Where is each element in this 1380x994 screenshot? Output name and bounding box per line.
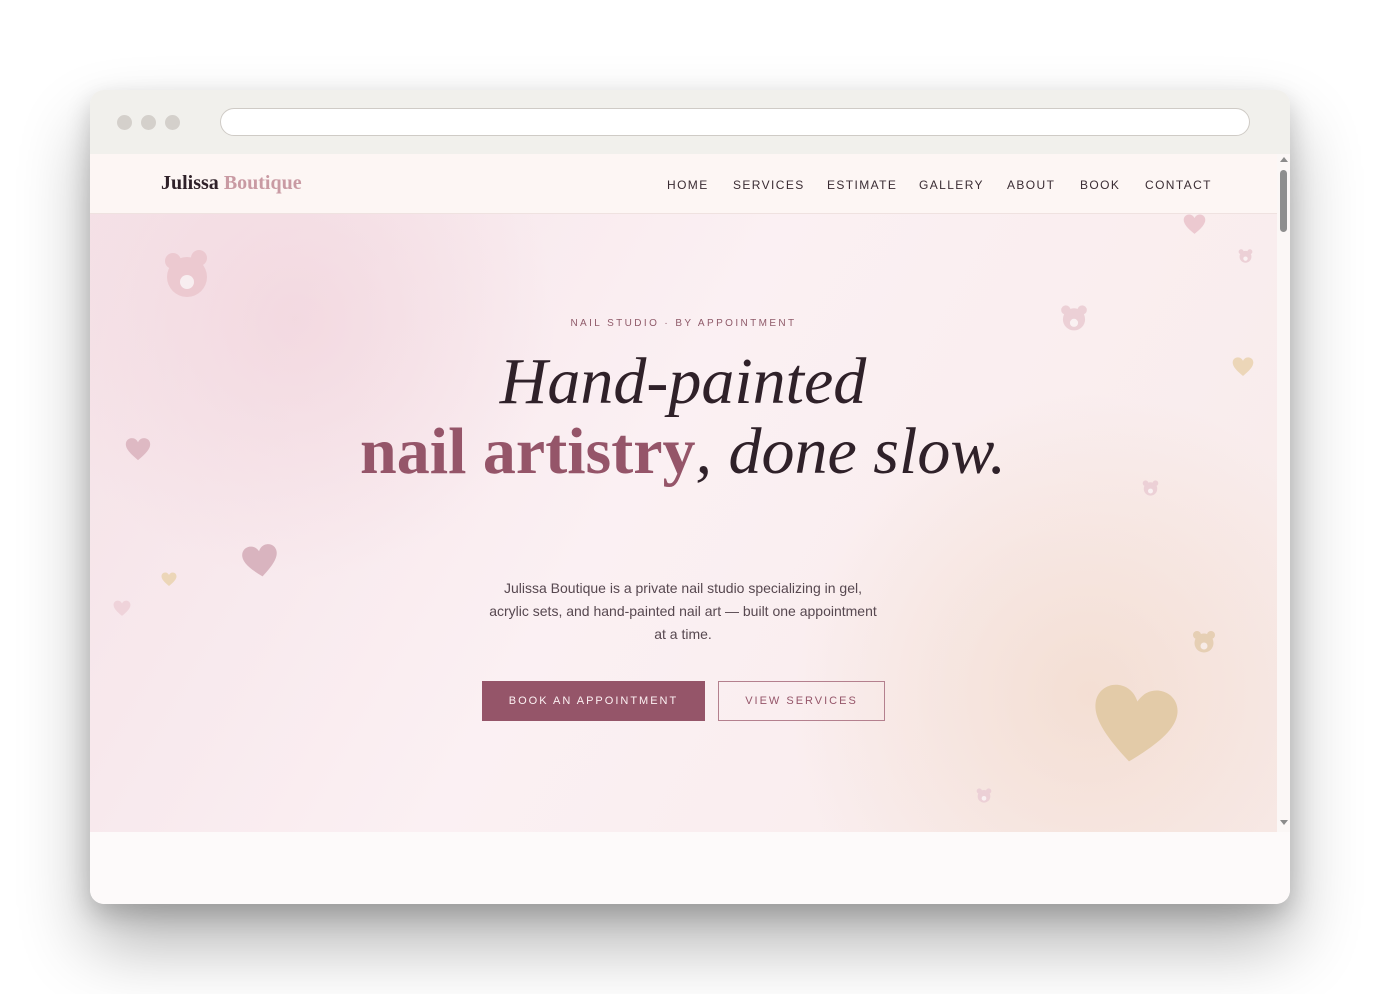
headline-rest: , done slow.: [695, 415, 1006, 488]
nav-link-contact[interactable]: CONTACT: [1145, 178, 1212, 192]
hero-headline: Hand-painted nail artistry, done slow.: [333, 347, 1033, 487]
site-header: Julissa Boutique HOME SERVICES ESTIMATE …: [90, 154, 1277, 214]
address-bar[interactable]: [220, 108, 1250, 136]
scroll-up-arrow-icon[interactable]: [1280, 157, 1288, 162]
scroll-thumb[interactable]: [1280, 170, 1287, 232]
bear-icon: [976, 788, 992, 803]
brand-name-accent: Boutique: [223, 172, 302, 194]
brand-name-primary: Julissa: [161, 172, 219, 194]
page-scrollbar[interactable]: [1277, 154, 1290, 832]
hero-section: NAIL STUDIO · BY APPOINTMENT Hand-painte…: [90, 214, 1277, 832]
view-services-button[interactable]: VIEW SERVICES: [718, 681, 885, 721]
heart-icon: [161, 572, 177, 586]
headline-accent: nail artistry: [360, 415, 696, 488]
hero-description: Julissa Boutique is a private nail studi…: [489, 580, 877, 642]
bear-icon: [165, 250, 207, 297]
heart-icon: [1183, 214, 1206, 234]
window-minimize-dot[interactable]: [141, 115, 156, 130]
book-appointment-button[interactable]: BOOK AN APPOINTMENT: [482, 681, 705, 721]
bear-icon: [1238, 249, 1253, 263]
heart-icon: [125, 438, 151, 461]
hero-kicker: NAIL STUDIO · BY APPOINTMENT: [570, 318, 797, 329]
browser-window: Julissa Boutique HOME SERVICES ESTIMATE …: [90, 90, 1290, 904]
nav-link-estimate[interactable]: ESTIMATE: [827, 178, 897, 192]
nav-link-home[interactable]: HOME: [667, 178, 709, 192]
heart-icon: [1232, 357, 1254, 376]
window-close-dot[interactable]: [117, 115, 132, 130]
window-maximize-dot[interactable]: [165, 115, 180, 130]
brand-logo[interactable]: Julissa Boutique: [161, 172, 302, 195]
heart-icon: [113, 600, 131, 616]
bear-icon: [1193, 631, 1215, 653]
browser-toolbar: [90, 90, 1290, 154]
nav-link-gallery[interactable]: GALLERY: [919, 178, 984, 192]
heart-icon: [1095, 684, 1178, 762]
nav-link-services[interactable]: SERVICES: [733, 178, 805, 192]
bear-icon: [1142, 480, 1159, 496]
scroll-down-arrow-icon[interactable]: [1280, 820, 1288, 825]
page-viewport: Julissa Boutique HOME SERVICES ESTIMATE …: [90, 154, 1277, 832]
nav-link-about[interactable]: ABOUT: [1007, 178, 1055, 192]
next-section: [90, 832, 1290, 904]
heart-icon: [242, 544, 277, 577]
headline-line-1: Hand-painted: [499, 345, 867, 418]
nav-link-book[interactable]: BOOK: [1080, 178, 1120, 192]
